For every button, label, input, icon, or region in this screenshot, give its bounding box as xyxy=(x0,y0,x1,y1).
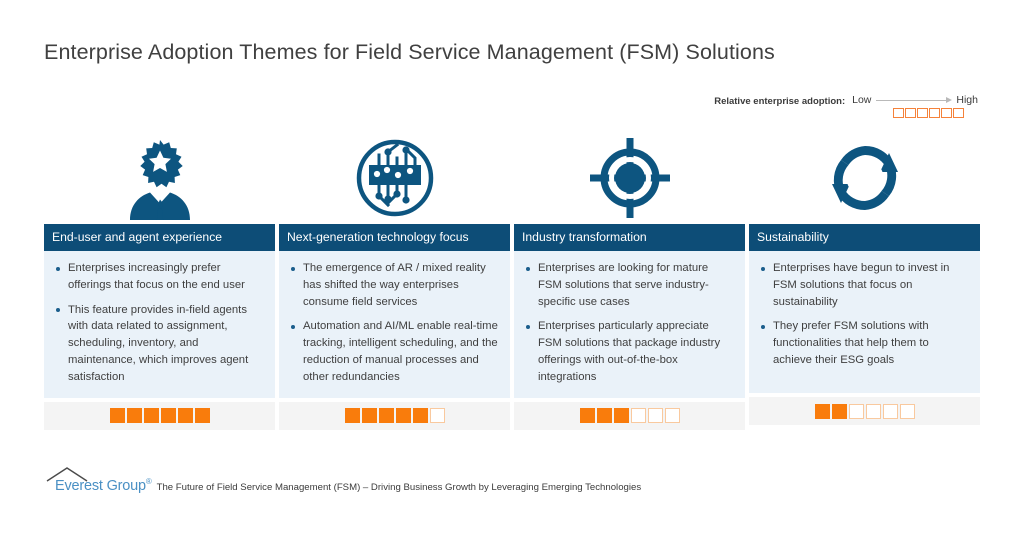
column-header: End-user and agent experience xyxy=(44,224,275,251)
adoption-rating-box xyxy=(664,408,680,424)
adoption-rating-boxes xyxy=(814,403,915,419)
adoption-rating-box xyxy=(177,408,193,424)
adoption-rating-boxes xyxy=(344,408,445,424)
column-header: Sustainability xyxy=(749,224,980,251)
adoption-rating-box xyxy=(194,408,210,424)
column-header: Next-generation technology focus xyxy=(279,224,510,251)
legend-scale-box xyxy=(904,108,916,118)
legend-scale: Low High xyxy=(852,94,978,118)
adoption-rating-box xyxy=(378,408,394,424)
rating-strip xyxy=(44,401,275,430)
page-title: Enterprise Adoption Themes for Field Ser… xyxy=(44,40,775,64)
theme-column-sustainability: Sustainability Enterprises have begun to… xyxy=(749,132,980,430)
legend-scale-box xyxy=(916,108,928,118)
adoption-rating-box xyxy=(579,408,595,424)
list-item: Automation and AI/ML enable real-time tr… xyxy=(283,318,500,385)
recycle-loop-icon xyxy=(749,132,980,224)
list-item: Enterprises have begun to invest in FSM … xyxy=(753,260,970,310)
footer-caption: The Future of Field Service Management (… xyxy=(156,482,642,493)
adoption-rating-box xyxy=(613,408,629,424)
list-item: This feature provides in-field agents wi… xyxy=(48,302,265,386)
person-badge-star-icon xyxy=(44,132,275,224)
theme-column-next-generation-technology-focus: Next-generation technology focus The eme… xyxy=(279,132,510,430)
legend-scale-box xyxy=(892,108,904,118)
list-item: Enterprises are looking for mature FSM s… xyxy=(518,260,735,310)
legend-label: Relative enterprise adoption: xyxy=(714,96,846,107)
adoption-legend: Relative enterprise adoption: Low High xyxy=(714,94,978,120)
adoption-rating-box xyxy=(899,403,915,419)
adoption-rating-box xyxy=(143,408,159,424)
legend-scale-box xyxy=(928,108,940,118)
column-header: Industry transformation xyxy=(514,224,745,251)
rating-strip xyxy=(749,397,980,425)
column-body: The emergence of AR / mixed reality has … xyxy=(279,251,510,398)
legend-low-label: Low xyxy=(852,94,872,106)
adoption-rating-box xyxy=(596,408,612,424)
adoption-rating-box xyxy=(630,408,646,424)
adoption-rating-box xyxy=(126,408,142,424)
legend-scale-box xyxy=(952,108,964,118)
rating-strip xyxy=(514,401,745,430)
adoption-rating-box xyxy=(361,408,377,424)
mountain-peak-icon xyxy=(46,466,88,487)
list-item: Enterprises particularly appreciate FSM … xyxy=(518,318,735,385)
legend-row: Low High xyxy=(852,94,978,106)
adoption-rating-box xyxy=(412,408,428,424)
registered-mark: ® xyxy=(145,477,152,487)
list-item: Enterprises increasingly prefer offering… xyxy=(48,260,265,294)
adoption-rating-box xyxy=(831,403,847,419)
adoption-rating-box xyxy=(647,408,663,424)
adoption-rating-box xyxy=(814,403,830,419)
legend-high-label: High xyxy=(956,94,978,106)
adoption-rating-box xyxy=(848,403,864,419)
adoption-rating-boxes xyxy=(579,408,680,424)
list-item: The emergence of AR / mixed reality has … xyxy=(283,260,500,310)
column-body: Enterprises have begun to invest in FSM … xyxy=(749,251,980,393)
legend-arrow-icon xyxy=(876,96,953,105)
adoption-rating-box xyxy=(160,408,176,424)
bullet-list: The emergence of AR / mixed reality has … xyxy=(283,260,500,386)
circuit-board-icon xyxy=(279,132,510,224)
legend-scale-boxes xyxy=(892,108,964,118)
legend-scale-box xyxy=(940,108,952,118)
adoption-rating-boxes xyxy=(109,408,210,424)
column-body: Enterprises are looking for mature FSM s… xyxy=(514,251,745,398)
rating-strip xyxy=(279,401,510,430)
themes-columns: End-user and agent experience Enterprise… xyxy=(44,132,980,430)
everest-group-logo: Everest Group® xyxy=(46,467,152,494)
adoption-rating-box xyxy=(344,408,360,424)
column-body: Enterprises increasingly prefer offering… xyxy=(44,251,275,398)
adoption-rating-box xyxy=(429,408,445,424)
list-item: They prefer FSM solutions with functiona… xyxy=(753,318,970,368)
adoption-rating-box xyxy=(882,403,898,419)
bullet-list: Enterprises are looking for mature FSM s… xyxy=(518,260,735,386)
adoption-rating-box xyxy=(109,408,125,424)
theme-column-end-user-and-agent-experience: End-user and agent experience Enterprise… xyxy=(44,132,275,430)
adoption-rating-box xyxy=(395,408,411,424)
bullet-list: Enterprises increasingly prefer offering… xyxy=(48,260,265,386)
adoption-rating-box xyxy=(865,403,881,419)
target-crosshair-icon xyxy=(514,132,745,224)
bullet-list: Enterprises have begun to invest in FSM … xyxy=(753,260,970,369)
footer: Everest Group® The Future of Field Servi… xyxy=(46,467,642,494)
theme-column-industry-transformation: Industry transformation Enterprises are … xyxy=(514,132,745,430)
